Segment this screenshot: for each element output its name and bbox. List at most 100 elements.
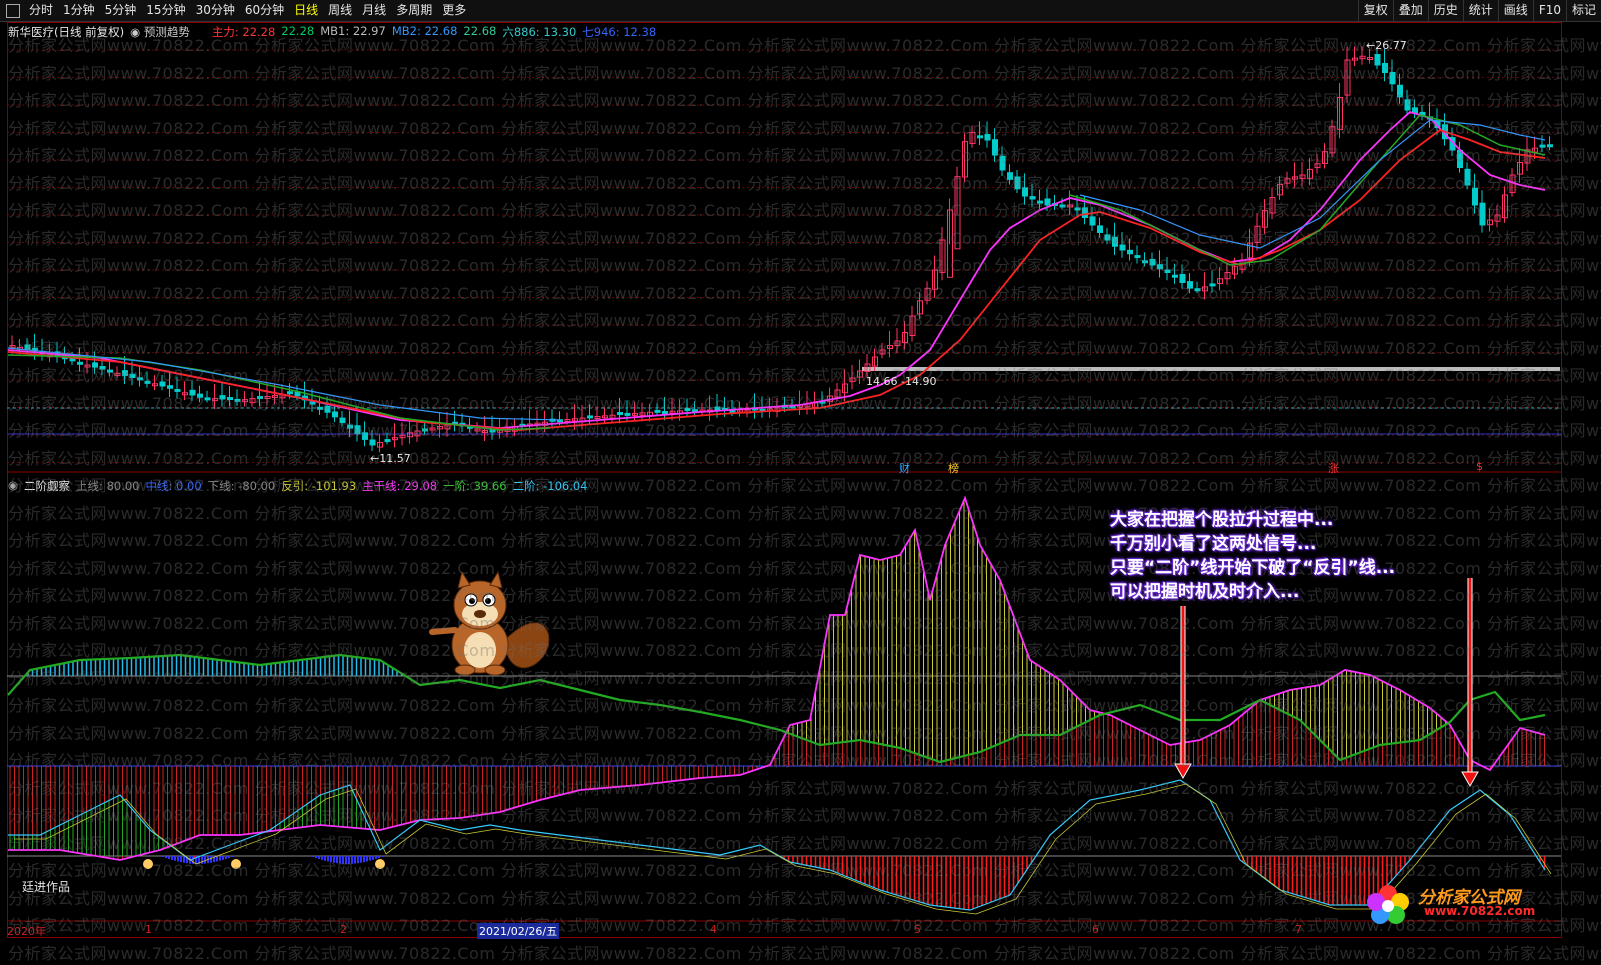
candle-body: [287, 391, 293, 395]
logo-url: www.70822.com: [1424, 904, 1536, 918]
candle-body: [999, 155, 1006, 171]
ma-line-green-left: [7, 354, 551, 431]
candle-body: [144, 380, 151, 384]
candle-body: [1097, 225, 1103, 233]
event-mark-rise-text: 涨: [1328, 462, 1339, 475]
date-axis-label-1: 1: [145, 923, 152, 936]
candle-body: [1209, 283, 1216, 287]
candle-body: [137, 377, 143, 381]
candle-body: [1082, 207, 1088, 218]
candle-body: [1397, 84, 1403, 98]
candle-body: [662, 411, 668, 414]
event-mark-dollar[interactable]: $: [1476, 460, 1483, 473]
candle-body: [587, 415, 593, 419]
candle-body: [92, 362, 98, 368]
candle-body: [1172, 274, 1178, 278]
low-price-label: ←11.57: [370, 452, 411, 465]
candle-body: [219, 395, 226, 400]
candle-body: [714, 406, 721, 411]
date-axis-label-2: 2: [340, 923, 347, 936]
candle-body: [1157, 264, 1163, 270]
high-price-label: ←26.77: [1366, 39, 1407, 52]
candle-body: [617, 412, 623, 416]
annotation-line-1: 大家在把握个股拉升过程中...: [1110, 510, 1334, 530]
mid-price-label: 14.66 -14.90: [866, 375, 937, 388]
candle-body: [234, 398, 241, 402]
candle-body: [1539, 144, 1546, 148]
candle-body: [324, 405, 331, 413]
candle-body: [1382, 63, 1388, 73]
annotation-line-3: 只要“二阶”线开始下破了“反引”线...: [1110, 558, 1396, 578]
candle-body: [1187, 281, 1193, 289]
candle-body: [99, 366, 106, 370]
candle-body: [624, 412, 631, 416]
hand-icon: [231, 859, 241, 869]
high-price-value: 26.77: [1375, 39, 1407, 52]
candle-body: [1127, 249, 1133, 255]
signal-arrow-1-head: [1174, 763, 1192, 780]
date-axis: 2020年 1 2 2021/02/26/五 4 5 6 7: [7, 922, 1560, 939]
candle-body: [684, 408, 691, 412]
author-credit: 廷进作品: [22, 880, 71, 894]
chart-canvas[interactable]: [0, 0, 1601, 965]
candle-body: [294, 391, 301, 397]
event-mark-rank[interactable]: 榜: [948, 460, 959, 476]
candle-body: [1149, 258, 1156, 266]
signal-arrow-2-head: [1461, 771, 1479, 788]
candle-body: [977, 135, 983, 139]
candle-body: [1179, 273, 1186, 284]
date-axis-label-7: 7: [1295, 923, 1302, 936]
candle-body: [1007, 172, 1013, 180]
candle-body: [197, 393, 203, 398]
flower-logo-icon: [1367, 885, 1409, 924]
candle-body: [354, 425, 361, 435]
site-logo: 分析家公式网 www.70822.com: [1360, 880, 1552, 926]
squirrel-part: [489, 570, 503, 589]
candle-body: [189, 389, 196, 396]
candle-body: [332, 411, 338, 418]
date-axis-label-3: 2021/02/26/五: [477, 923, 560, 939]
candle-body: [1472, 187, 1478, 206]
squirrel-part: [484, 664, 506, 676]
candle-body: [1194, 288, 1201, 292]
candle-body: [1479, 202, 1486, 226]
candle-body: [167, 385, 173, 389]
event-mark-finance[interactable]: 财: [899, 460, 910, 476]
candle-body: [1142, 260, 1148, 264]
candle-body: [339, 417, 346, 424]
event-mark-rise[interactable]: 涨: [1328, 460, 1339, 476]
first-order-line: [7, 653, 1546, 764]
candle-body: [1037, 200, 1043, 204]
squirrel-part: [457, 570, 471, 589]
candle-body: [654, 409, 661, 413]
candle-body: [1044, 198, 1051, 206]
candle-body: [122, 370, 128, 376]
mid-price-value-2: 14.90: [904, 375, 937, 388]
squirrel-part: [469, 598, 475, 604]
candle-body: [369, 439, 376, 446]
candle-body: [204, 397, 211, 401]
candle-body: [1029, 196, 1036, 200]
candle-body: [347, 424, 353, 429]
squirrel-part: [504, 622, 550, 669]
hand-icon: [143, 859, 153, 869]
candle-body: [77, 361, 83, 365]
squirrel-part: [454, 664, 476, 676]
candle-body: [317, 406, 323, 410]
event-mark-finance-text: 财: [899, 462, 910, 475]
squirrel-part: [474, 610, 486, 618]
candle-body: [1059, 204, 1066, 208]
mid-price-value-1: 14.66: [866, 375, 898, 388]
squirrel-part: [485, 598, 491, 604]
candle-body: [1112, 236, 1118, 247]
candle-body: [129, 373, 136, 378]
squirrel-part: [464, 632, 496, 668]
candle-body: [1374, 54, 1381, 66]
candle-body: [107, 369, 113, 373]
candle-body: [1134, 255, 1141, 259]
annotation-line-2: 千万别小看了这两处信号...: [1110, 534, 1317, 554]
date-axis-label-5: 5: [914, 923, 921, 936]
candle-body: [227, 397, 233, 400]
date-axis-label-6: 6: [1092, 923, 1099, 936]
squirrel-part: [429, 627, 458, 635]
